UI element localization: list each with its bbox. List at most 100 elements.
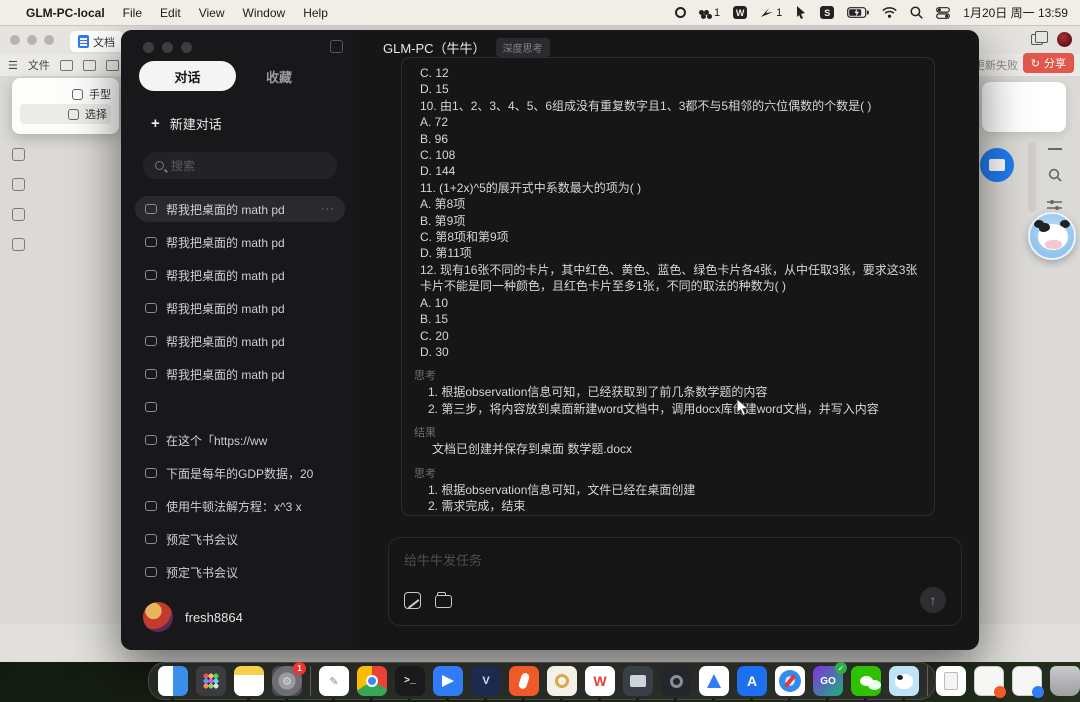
share-button[interactable]: ↻ 分享: [1023, 53, 1074, 73]
dock-rocket-app-icon[interactable]: [699, 666, 729, 696]
dock-settings-icon[interactable]: ⚙1: [272, 666, 302, 696]
s-app-icon[interactable]: S: [820, 6, 834, 19]
window-traffic-lights[interactable]: [143, 42, 192, 53]
menu-file[interactable]: File: [123, 6, 142, 20]
hamburger-icon[interactable]: ☰: [8, 59, 18, 72]
assistant-message-card: C. 12 D. 15 10. 由1、2、3、4、5、6组成没有重复数字且1、3…: [401, 57, 935, 516]
bg-app-white-panel: [982, 82, 1066, 132]
menu-window[interactable]: Window: [243, 6, 286, 20]
avatar: [143, 602, 173, 632]
conversation-item[interactable]: 预定飞书会议: [135, 559, 345, 585]
bg-app-blue-widget[interactable]: [980, 148, 1014, 182]
copy-icon[interactable]: [12, 238, 25, 251]
chat-bubble-icon: [145, 534, 157, 544]
bookmark-icon[interactable]: [12, 148, 25, 161]
comment-icon[interactable]: [12, 208, 25, 221]
conversation-item[interactable]: [135, 394, 345, 420]
dock-calendar-icon[interactable]: [234, 666, 264, 696]
dock-launchpad-icon[interactable]: [196, 666, 226, 696]
message-input-box[interactable]: ↑: [388, 537, 962, 626]
chat-bubble-icon: [145, 501, 157, 511]
more-options-icon[interactable]: ···: [321, 203, 335, 215]
conversation-item[interactable]: 帮我把桌面的 math pd: [135, 229, 345, 255]
settings-toggle-icon[interactable]: [1047, 200, 1062, 210]
conversation-item[interactable]: 帮我把桌面的 math pd: [135, 328, 345, 354]
search-input[interactable]: [171, 159, 301, 173]
conversation-label: 帮我把桌面的 math pd: [166, 333, 335, 350]
control-center-icon[interactable]: [936, 7, 950, 19]
battery-icon[interactable]: [847, 7, 869, 18]
dock-trash-icon[interactable]: [1050, 666, 1080, 696]
dock-document-file-icon[interactable]: [936, 666, 966, 696]
conversation-item[interactable]: 帮我把桌面的 math pd: [135, 361, 345, 387]
niuniu-floating-assistant[interactable]: [1028, 212, 1076, 260]
bg-app-scrollbar[interactable]: [1028, 142, 1036, 212]
bg-app-avatar[interactable]: [1057, 32, 1072, 47]
bird-status-item[interactable]: 1: [760, 7, 782, 19]
sidebar-search[interactable]: [143, 152, 337, 179]
dock-paperplane-app-icon[interactable]: [433, 666, 463, 696]
deep-think-badge[interactable]: 深度思考: [496, 38, 550, 57]
conversation-item[interactable]: 帮我把桌面的 math pd: [135, 295, 345, 321]
chat-panel: GLM-PC（牛牛） 深度思考 C. 12 D. 15 10. 由1、2、3、4…: [359, 30, 979, 650]
conversation-item[interactable]: 在这个「https://ww: [135, 427, 345, 453]
menu-help[interactable]: Help: [303, 6, 328, 20]
dock-wps-icon[interactable]: W: [585, 666, 615, 696]
dock-paw-app-icon[interactable]: [547, 666, 577, 696]
dock-orange-app-icon[interactable]: [509, 666, 539, 696]
bg-app-document-tab[interactable]: 文档: [70, 31, 123, 52]
dock-chrome-icon[interactable]: [357, 666, 387, 696]
dock-wechat-icon[interactable]: [851, 666, 881, 696]
menu-bar-clock[interactable]: 1月20日 周一 13:59: [963, 4, 1068, 21]
dock-notes-icon[interactable]: ✎: [319, 666, 349, 696]
conversation-item[interactable]: 帮我把桌面的 math pd: [135, 262, 345, 288]
navy-glyph: V: [482, 675, 489, 687]
dock-terminal-icon[interactable]: >_: [395, 666, 425, 696]
conversation-item[interactable]: 帮我把桌面的 math pd ···: [135, 196, 345, 222]
dock-appstore-icon[interactable]: A: [737, 666, 767, 696]
dock-safari-icon[interactable]: [775, 666, 805, 696]
conversation-item[interactable]: 下面是每年的GDP数据，20: [135, 460, 345, 486]
dock-niuniu-icon[interactable]: [889, 666, 919, 696]
new-chat-button[interactable]: + 新建对话: [151, 114, 222, 133]
open-folder-icon[interactable]: [60, 60, 73, 71]
paw-icon: [699, 10, 704, 15]
conversation-item[interactable]: 预定飞书会议: [135, 526, 345, 552]
restore-window-icon[interactable]: [1031, 34, 1043, 45]
w-app-icon[interactable]: W: [733, 6, 747, 19]
active-app-name[interactable]: GLM-PC-local: [26, 6, 105, 20]
screenshot-icon[interactable]: [404, 592, 421, 609]
print-icon[interactable]: [106, 60, 119, 71]
record-status-icon[interactable]: [675, 7, 686, 18]
tool-hand-option[interactable]: 手型: [20, 84, 111, 104]
spotlight-search-icon[interactable]: [910, 6, 923, 19]
dock-preview-app-icon[interactable]: [623, 666, 653, 696]
paw-status-item[interactable]: 1: [699, 7, 720, 19]
menu-edit[interactable]: Edit: [160, 6, 181, 20]
bg-app-file-menu[interactable]: 文件: [28, 57, 50, 73]
sidebar-collapse-icon[interactable]: [330, 40, 343, 53]
user-profile[interactable]: fresh8864: [143, 602, 243, 632]
tab-chat[interactable]: 对话: [139, 61, 236, 91]
dock-goland-icon[interactable]: GO✓: [813, 666, 843, 696]
bg-app-traffic-lights[interactable]: [10, 35, 54, 45]
wifi-icon[interactable]: [882, 7, 897, 18]
dock-minimized-window-icon[interactable]: [1012, 666, 1042, 696]
menu-view[interactable]: View: [199, 6, 225, 20]
dock-minimized-window-icon[interactable]: [974, 666, 1004, 696]
zoom-search-icon[interactable]: [1048, 168, 1062, 182]
dock-dark-circle-app-icon[interactable]: [661, 666, 691, 696]
save-icon[interactable]: [83, 60, 96, 71]
math-line: 12. 现有16张不同的卡片，其中红色、黄色、蓝色、绿色卡片各4张，从中任取3张…: [420, 262, 922, 295]
tool-select-option[interactable]: 选择: [20, 104, 111, 124]
dock-finder-icon[interactable]: [158, 666, 188, 696]
message-input[interactable]: [404, 550, 946, 587]
image-icon[interactable]: [12, 178, 25, 191]
attach-folder-icon[interactable]: [435, 595, 452, 608]
conversation-item[interactable]: 使用牛顿法解方程：x^3 x: [135, 493, 345, 519]
dock-navy-app-icon[interactable]: V: [471, 666, 501, 696]
tab-favorites[interactable]: 收藏: [266, 67, 292, 86]
send-button[interactable]: ↑: [920, 587, 946, 613]
minimize-icon[interactable]: [1048, 148, 1062, 150]
cursor-icon[interactable]: [795, 6, 807, 19]
